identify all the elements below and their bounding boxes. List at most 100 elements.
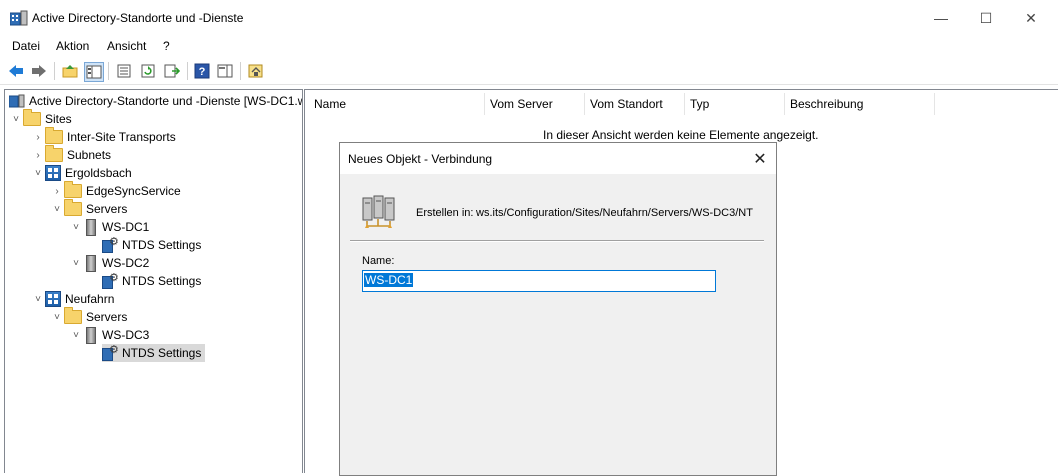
chevron-down-icon[interactable]: ˅ xyxy=(50,312,64,323)
dialog-title: Neues Objekt - Verbindung xyxy=(348,152,493,166)
folder-icon xyxy=(64,307,82,324)
menu-help[interactable]: ? xyxy=(163,39,170,53)
toolbar-separator xyxy=(54,62,55,80)
folder-icon xyxy=(45,127,63,144)
properties-icon[interactable] xyxy=(115,62,133,80)
show-hide-tree-icon[interactable] xyxy=(84,62,104,82)
name-input-value[interactable]: WS-DC1 xyxy=(364,273,414,287)
tree-item-label: Servers xyxy=(86,310,128,324)
dialog-close-button[interactable]: ✕ xyxy=(744,146,776,172)
tree-item-ws-dc2[interactable]: ˅ WS-DC2 xyxy=(69,254,149,272)
server-icon xyxy=(86,218,96,236)
column-header-vom-standort[interactable]: Vom Standort xyxy=(584,93,685,115)
menu-ansicht[interactable]: Ansicht xyxy=(107,39,146,53)
toolbar-separator xyxy=(108,62,109,80)
toolbar-separator xyxy=(240,62,241,80)
tree-item-ntds-settings[interactable]: NTDS Settings xyxy=(102,271,202,290)
help-icon[interactable]: ? xyxy=(193,62,211,80)
tree-item-ntds-settings-selected[interactable]: NTDS Settings xyxy=(102,343,206,362)
export-list-icon[interactable] xyxy=(163,62,181,80)
column-header-typ[interactable]: Typ xyxy=(684,93,785,115)
action-pane-icon[interactable] xyxy=(216,62,234,80)
chevron-down-icon[interactable]: ˅ xyxy=(50,204,64,215)
menu-datei[interactable]: Datei xyxy=(12,39,40,53)
chevron-right-icon[interactable]: › xyxy=(31,150,45,161)
name-label: Name: xyxy=(362,255,395,267)
tree-item-label: Inter-Site Transports xyxy=(67,130,176,144)
site-icon xyxy=(45,291,61,307)
tree-item-label: NTDS Settings xyxy=(122,346,202,360)
ntds-settings-icon xyxy=(102,235,119,253)
tree-item-label: WS-DC1 xyxy=(102,220,150,234)
folder-icon xyxy=(23,109,41,126)
chevron-down-icon[interactable]: ˅ xyxy=(31,168,45,179)
maximize-button[interactable]: ☐ xyxy=(963,0,1009,36)
folder-icon xyxy=(45,145,63,162)
ad-sites-app-icon xyxy=(10,10,28,26)
tree-item-label: Subnets xyxy=(67,148,112,162)
chevron-down-icon[interactable]: ˅ xyxy=(9,114,23,125)
tree-item-label: Ergoldsbach xyxy=(65,166,132,180)
chevron-down-icon[interactable]: ˅ xyxy=(69,222,83,233)
server-icon xyxy=(86,254,96,272)
tree-item-subnets[interactable]: › Subnets xyxy=(31,145,112,164)
connection-object-icon xyxy=(362,195,395,228)
ad-sites-app-icon xyxy=(8,94,25,108)
console-tree[interactable]: Active Directory-Standorte und -Dienste … xyxy=(4,89,303,473)
tree-item-ws-dc3[interactable]: ˅ WS-DC3 xyxy=(69,326,149,344)
site-icon xyxy=(45,165,61,181)
minimize-button[interactable]: — xyxy=(918,0,964,36)
folder-icon xyxy=(64,181,82,198)
window-title: Active Directory-Standorte und -Dienste xyxy=(32,11,244,25)
create-in-label: Erstellen in: xyxy=(416,207,474,219)
menu-aktion[interactable]: Aktion xyxy=(56,39,89,53)
refresh-icon[interactable] xyxy=(139,62,157,80)
svg-text:?: ? xyxy=(199,66,206,78)
tree-item-label: NTDS Settings xyxy=(122,238,202,252)
tree-root-label: Active Directory-Standorte und -Dienste … xyxy=(29,94,303,108)
chevron-right-icon[interactable]: › xyxy=(50,186,64,197)
column-header-beschreibung[interactable]: Beschreibung xyxy=(784,93,935,115)
dialog-title-bar: Neues Objekt - Verbindung ✕ xyxy=(340,143,776,174)
chevron-down-icon[interactable]: ˅ xyxy=(31,294,45,305)
dialog-separator xyxy=(350,240,764,241)
menu-bar xyxy=(0,36,1058,56)
tree-item-sites[interactable]: ˅ Sites xyxy=(9,109,72,128)
ntds-settings-icon xyxy=(102,271,119,289)
tree-item-label: Sites xyxy=(45,112,72,126)
tree-item-edgesyncservice[interactable]: › EdgeSyncService xyxy=(50,181,181,200)
tree-item-label: NTDS Settings xyxy=(122,274,202,288)
column-header-name[interactable]: Name xyxy=(308,93,485,115)
close-button[interactable]: ✕ xyxy=(1008,0,1054,36)
new-connection-icon[interactable] xyxy=(247,62,265,80)
chevron-down-icon[interactable]: ˅ xyxy=(69,330,83,341)
tree-item-servers[interactable]: ˅ Servers xyxy=(50,307,128,326)
tree-item-inter-site-transports[interactable]: › Inter-Site Transports xyxy=(31,127,176,146)
server-icon xyxy=(86,326,96,344)
tree-item-ws-dc1[interactable]: ˅ WS-DC1 xyxy=(69,218,149,236)
back-icon[interactable] xyxy=(7,62,25,80)
chevron-down-icon[interactable]: ˅ xyxy=(69,258,83,269)
tree-item-label: EdgeSyncService xyxy=(86,184,181,198)
column-header-vom-server[interactable]: Vom Server xyxy=(484,93,585,115)
title-bar: Active Directory-Standorte und -Dienste … xyxy=(0,0,1058,36)
tree-item-label: WS-DC2 xyxy=(102,256,150,270)
tree-item-label: Neufahrn xyxy=(65,292,115,306)
up-folder-icon[interactable] xyxy=(61,62,79,80)
name-input[interactable]: WS-DC1 xyxy=(362,270,716,292)
folder-icon xyxy=(64,199,82,216)
toolbar-separator xyxy=(187,62,188,80)
chevron-right-icon[interactable]: › xyxy=(31,132,45,143)
tree-item-ergoldsbach[interactable]: ˅ Ergoldsbach xyxy=(31,164,132,182)
tree-root[interactable]: Active Directory-Standorte und -Dienste … xyxy=(8,92,303,110)
tree-item-ntds-settings[interactable]: NTDS Settings xyxy=(102,235,202,254)
empty-list-message: In dieser Ansicht werden keine Elemente … xyxy=(543,128,819,142)
ntds-settings-icon xyxy=(102,343,119,361)
tree-item-label: WS-DC3 xyxy=(102,328,150,342)
tree-item-servers[interactable]: ˅ Servers xyxy=(50,199,127,218)
toolbar xyxy=(0,58,1058,85)
forward-icon[interactable] xyxy=(30,62,48,80)
create-in-path: ws.its/Configuration/Sites/Neufahrn/Serv… xyxy=(476,207,753,219)
new-object-connection-dialog: Neues Objekt - Verbindung ✕ Erstellen in… xyxy=(339,142,777,476)
tree-item-neufahrn[interactable]: ˅ Neufahrn xyxy=(31,290,114,308)
